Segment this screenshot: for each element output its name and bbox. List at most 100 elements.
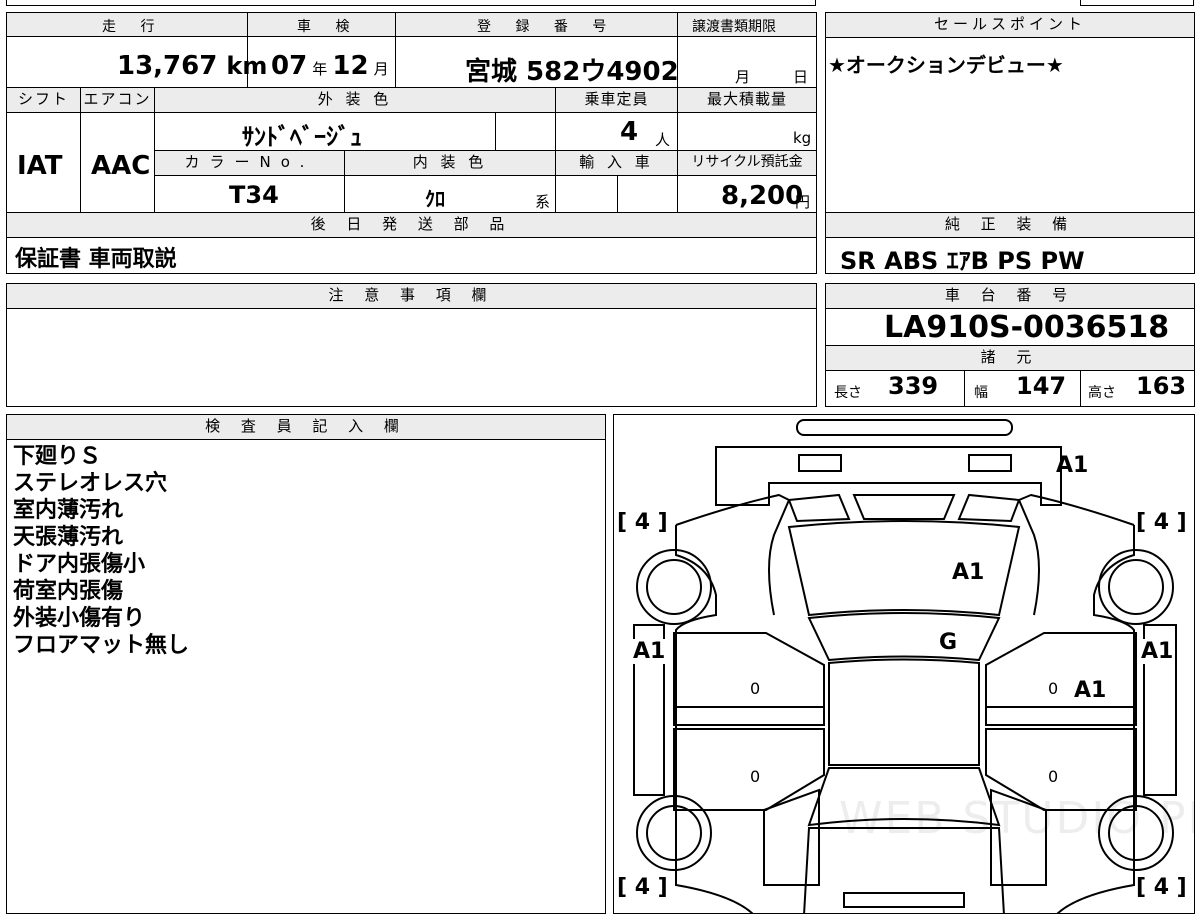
roof-panel bbox=[828, 658, 980, 766]
tire-front-left bbox=[636, 549, 712, 625]
chassis-no-header: 車 台 番 号 bbox=[826, 284, 1194, 308]
chassis-box: 車 台 番 号 LA910S-0036518 諸 元 長さ 339 幅 147 … bbox=[825, 283, 1195, 407]
windshield-panel bbox=[807, 612, 1001, 662]
tire-fl-label: [ 4 ] bbox=[617, 510, 668, 535]
right-fender-grade: A1 bbox=[1141, 639, 1174, 664]
import-header: 輸 入 車 bbox=[556, 151, 677, 175]
headlight-left bbox=[798, 454, 842, 472]
inspector-note: 荷室内張傷 bbox=[13, 579, 124, 604]
interior-color-suffix: 系 bbox=[535, 193, 551, 211]
inspector-note: 外装小傷有り bbox=[13, 606, 146, 631]
inspector-box: 検 査 員 記 入 欄 下廻りＳ ステレオレス穴 室内薄汚れ 天張薄汚れ ドア内… bbox=[6, 414, 606, 914]
capacity-header: 乗車定員 bbox=[556, 88, 677, 112]
max-load-unit: kg bbox=[793, 129, 812, 147]
tire-front-right-inner bbox=[1108, 559, 1164, 615]
tire-front-right bbox=[1098, 549, 1174, 625]
capacity-unit: 人 bbox=[655, 131, 671, 149]
genuine-equipment-value: SR ABS ｴｱB PS PW bbox=[840, 247, 1085, 275]
front-top-bar bbox=[796, 419, 1013, 436]
spec-width-value: 147 bbox=[1016, 372, 1067, 400]
notes-box: 注 意 事 項 欄 bbox=[6, 283, 817, 407]
headlight-right bbox=[968, 454, 1012, 472]
tire-rr-label: [ 4 ] bbox=[1136, 875, 1187, 900]
top-cutoff-right bbox=[1080, 0, 1194, 6]
door-lr-grade: 0 bbox=[750, 767, 761, 786]
spec-width-label: 幅 bbox=[974, 385, 988, 401]
inspector-note: 天張薄汚れ bbox=[13, 525, 124, 550]
grille-left bbox=[787, 493, 851, 523]
spec-length-label: 長さ bbox=[834, 385, 862, 401]
door-rf-grade: 0 bbox=[1048, 679, 1059, 698]
hood-panel bbox=[787, 520, 1021, 617]
inspection-year-unit: 年 bbox=[312, 60, 328, 78]
left-front-door bbox=[673, 632, 825, 726]
shift-header: シフト bbox=[7, 88, 80, 112]
interior-color-value: ｸﾛ bbox=[425, 187, 445, 211]
grille-center bbox=[852, 494, 956, 520]
tire-fr-label: [ 4 ] bbox=[1136, 510, 1187, 535]
spec-height-value: 163 bbox=[1136, 372, 1187, 400]
car-diagram-box: [ 4 ] [ 4 ] [ 4 ] [ 4 ] A1 A1 G A1 A1 A1… bbox=[613, 414, 1195, 914]
later-parts-value: 保証書 車両取説 bbox=[15, 247, 177, 272]
vehicle-info-table: 走 行 車 検 登 録 番 号 譲渡書類期限 13,767 km 07 年 12… bbox=[6, 12, 817, 274]
later-parts-header: 後 日 発 送 部 品 bbox=[7, 213, 816, 237]
left-fender-grade: A1 bbox=[633, 639, 666, 664]
inspector-note: ステレオレス穴 bbox=[13, 471, 168, 496]
specs-header: 諸 元 bbox=[826, 346, 1194, 370]
inspector-note: 下廻りＳ bbox=[13, 444, 102, 469]
left-rear-quarter bbox=[763, 788, 820, 886]
recycle-header: リサイクル預託金 bbox=[678, 151, 816, 175]
transfer-month-unit: 月 bbox=[735, 68, 751, 86]
left-rear-door bbox=[673, 728, 825, 811]
capacity-value: 4 bbox=[620, 117, 639, 147]
sales-point-box: セールスポイント ★オークションデビュー★ 純 正 装 備 SR ABS ｴｱB… bbox=[825, 12, 1195, 275]
notes-header: 注 意 事 項 欄 bbox=[7, 284, 816, 308]
tire-front-left-inner bbox=[646, 559, 702, 615]
mileage-number: 13,767 bbox=[117, 51, 218, 81]
sales-point-text: ★オークションデビュー★ bbox=[828, 53, 1064, 77]
mileage-header: 走 行 bbox=[102, 19, 165, 35]
tire-rear-left-inner bbox=[646, 805, 702, 861]
exterior-color-header: 外 装 色 bbox=[155, 88, 555, 112]
inspector-note: 室内薄汚れ bbox=[13, 498, 124, 523]
mileage-value: 13,767 km bbox=[117, 51, 267, 81]
aircon-value: AAC bbox=[91, 151, 151, 181]
door-lf-grade: 0 bbox=[750, 679, 761, 698]
inspection-header: 車 検 bbox=[297, 19, 360, 35]
sales-point-header: セールスポイント bbox=[826, 13, 1194, 37]
inspection-year: 07 bbox=[271, 51, 308, 81]
rear-plate bbox=[843, 892, 965, 908]
aircon-header: エアコン bbox=[81, 88, 154, 112]
hood-grade: A1 bbox=[952, 560, 985, 585]
chassis-no-value: LA910S-0036518 bbox=[884, 310, 1170, 345]
windshield-grade: G bbox=[939, 630, 958, 655]
watermark: WEB STUDIO PRO bbox=[839, 793, 1194, 844]
inspector-notes: 下廻りＳ ステレオレス穴 室内薄汚れ 天張薄汚れ ドア内張傷小 荷室内張傷 外装… bbox=[13, 443, 189, 659]
registration-value: 宮城 582ウ4902 bbox=[465, 57, 679, 87]
transfer-day-unit: 日 bbox=[793, 68, 809, 86]
inspection-month-unit: 月 bbox=[373, 60, 389, 78]
right-front-door-grade: A1 bbox=[1074, 678, 1107, 703]
top-cutoff-row bbox=[6, 0, 816, 6]
recycle-value: 8,200 bbox=[721, 181, 804, 211]
transfer-deadline-header: 譲渡書類期限 bbox=[692, 19, 776, 35]
color-no-header: カラーNo. bbox=[155, 151, 344, 175]
spec-length-value: 339 bbox=[888, 372, 939, 400]
genuine-equipment-header: 純 正 装 備 bbox=[826, 213, 1194, 237]
shift-value: IAT bbox=[17, 151, 63, 181]
inspection-value: 07 年 12 月 bbox=[271, 51, 389, 81]
max-load-header: 最大積載量 bbox=[678, 88, 816, 112]
inspection-month: 12 bbox=[332, 51, 369, 81]
right-front-door bbox=[985, 632, 1137, 726]
inspector-note: ドア内張傷小 bbox=[13, 552, 146, 577]
spec-height-label: 高さ bbox=[1088, 385, 1116, 401]
recycle-unit: 円 bbox=[795, 193, 811, 211]
tire-rl-label: [ 4 ] bbox=[617, 875, 668, 900]
interior-color-header: 内 装 色 bbox=[345, 151, 555, 175]
color-no-value: T34 bbox=[229, 181, 279, 209]
inspector-note: フロアマット無し bbox=[13, 633, 190, 658]
grille-right bbox=[957, 493, 1021, 523]
mileage-unit: km bbox=[226, 52, 268, 80]
inspector-header: 検 査 員 記 入 欄 bbox=[7, 415, 605, 439]
exterior-color-value: ｻﾝﾄﾞﾍﾞｰｼﾞｭ bbox=[242, 123, 362, 151]
